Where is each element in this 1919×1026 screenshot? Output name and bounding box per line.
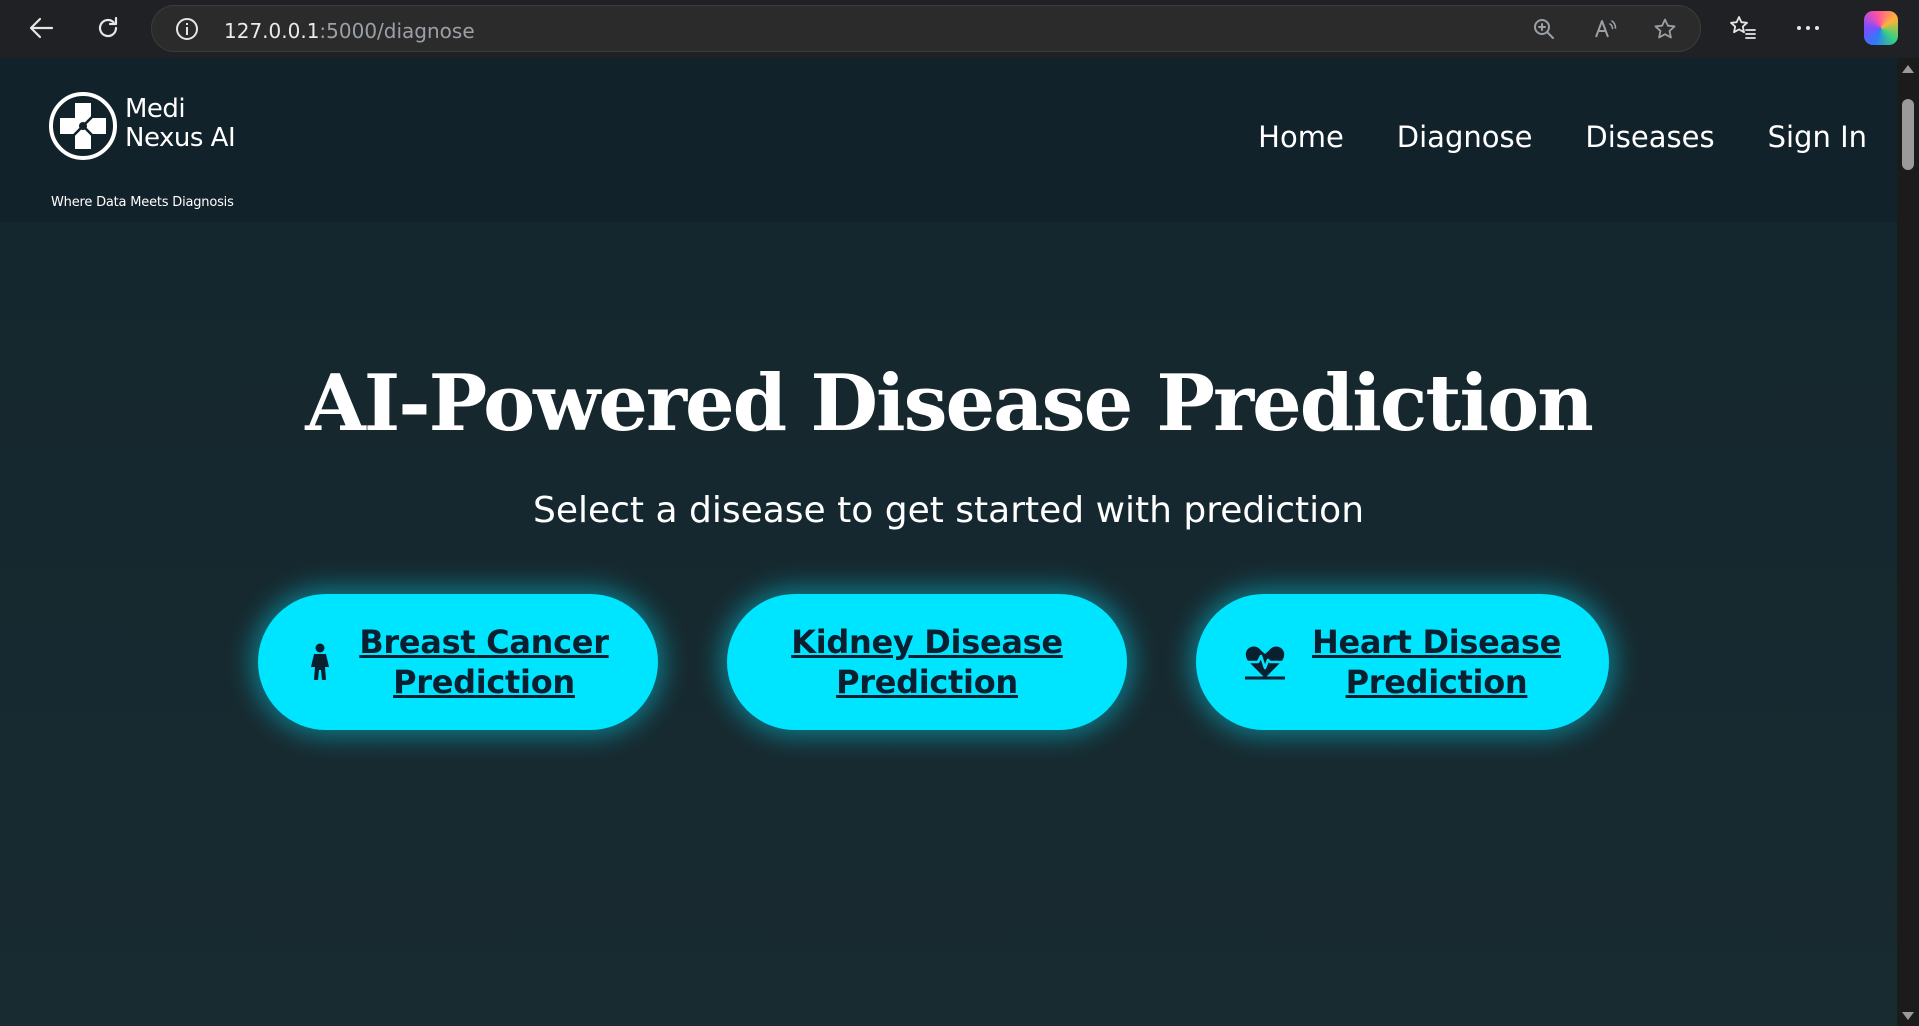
breast-cancer-label-line2: Prediction (393, 663, 575, 701)
nav-diagnose[interactable]: Diagnose (1397, 120, 1533, 154)
star-icon[interactable] (1653, 17, 1677, 41)
main-nav: Home Diagnose Diseases Sign In (1258, 120, 1867, 154)
browser-toolbar: 127.0.0.1:5000/diagnose (0, 0, 1919, 58)
reload-icon[interactable] (88, 8, 128, 48)
logo-name-line2: Nexus AI (125, 123, 236, 153)
kidney-disease-label-line1: Kidney Disease (791, 623, 1063, 661)
page-title: AI-Powered Disease Prediction (305, 358, 1594, 449)
female-figure-icon (307, 643, 333, 681)
heart-disease-prediction-button[interactable]: Heart Disease Prediction (1196, 594, 1609, 730)
logo-name-line1: Medi (125, 94, 186, 124)
kidney-disease-button-label: Kidney Disease Prediction (791, 622, 1063, 702)
page-subtitle: Select a disease to get started with pre… (532, 490, 1365, 531)
site-logo[interactable]: Medi Nexus AI Where Data Meets Diagnosis (48, 91, 258, 210)
heart-disease-label-line1: Heart Disease (1311, 623, 1562, 661)
breast-cancer-button-label: Breast Cancer Prediction (359, 622, 609, 702)
url-host: 127.0.0.1 (224, 19, 320, 43)
kidney-disease-label-line2: Prediction (836, 663, 1018, 701)
scroll-up-arrow-icon[interactable] (1902, 65, 1914, 73)
heart-disease-label-line2: Prediction (1345, 663, 1528, 701)
favorites-icon[interactable] (1729, 15, 1757, 41)
scroll-thumb[interactable] (1902, 99, 1914, 170)
back-icon[interactable] (21, 8, 61, 48)
url-path: :5000/diagnose (319, 19, 475, 43)
url-text[interactable]: 127.0.0.1:5000/diagnose (224, 19, 475, 43)
read-aloud-icon[interactable] (1593, 17, 1617, 41)
medical-cross-logo-icon (49, 92, 117, 160)
logo-tagline: Where Data Meets Diagnosis (51, 195, 234, 210)
logo-name: Medi Nexus AI (125, 94, 236, 153)
nav-sign-in[interactable]: Sign In (1768, 120, 1867, 154)
nav-home[interactable]: Home (1258, 120, 1344, 154)
nav-diseases[interactable]: Diseases (1585, 120, 1714, 154)
heart-pulse-icon (1244, 644, 1286, 680)
copilot-icon[interactable] (1864, 11, 1898, 45)
site-header: Medi Nexus AI Where Data Meets Diagnosis… (0, 58, 1897, 222)
kidney-disease-prediction-button[interactable]: Kidney Disease Prediction (727, 594, 1127, 730)
breast-cancer-prediction-button[interactable]: Breast Cancer Prediction (258, 594, 658, 730)
address-bar[interactable]: 127.0.0.1:5000/diagnose (151, 5, 1701, 52)
heart-disease-button-label: Heart Disease Prediction (1312, 622, 1561, 702)
page-viewport: Medi Nexus AI Where Data Meets Diagnosis… (0, 58, 1897, 1026)
zoom-icon[interactable] (1532, 17, 1556, 41)
info-icon[interactable] (175, 17, 199, 41)
breast-cancer-label-line1: Breast Cancer (359, 623, 609, 661)
more-icon[interactable] (1794, 15, 1822, 41)
scroll-down-arrow-icon[interactable] (1902, 1012, 1914, 1020)
page-scrollbar[interactable] (1897, 58, 1919, 1026)
